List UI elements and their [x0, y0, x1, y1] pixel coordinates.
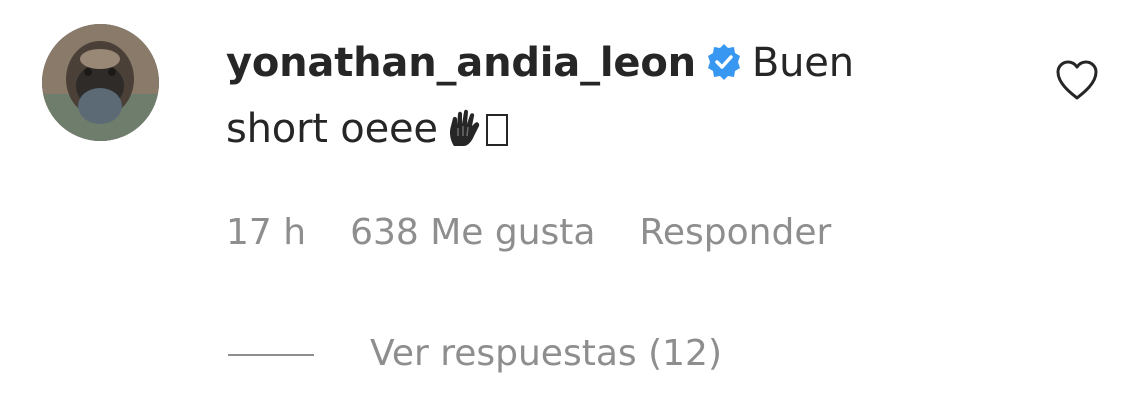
avatar-photo — [42, 24, 159, 141]
comment-text: yonathan_andia_leon Buen short oeee — [226, 30, 986, 168]
comment-text-part2: short oeee — [226, 106, 438, 152]
verified-badge-icon — [704, 36, 744, 80]
missing-glyph-box — [485, 114, 508, 146]
comment-body: yonathan_andia_leon Buen short oeee — [226, 30, 986, 168]
username-link[interactable]: yonathan_andia_leon — [226, 40, 696, 86]
like-heart-icon[interactable] — [1054, 58, 1100, 102]
comment-time: 17 h — [226, 212, 307, 253]
raised-hand-emoji-icon — [446, 102, 484, 168]
comment-text-part1: Buen — [751, 40, 854, 86]
replies-divider-line — [228, 354, 314, 356]
reply-button[interactable]: Responder — [640, 212, 832, 253]
view-replies-label: Ver respuestas (12) — [370, 333, 722, 374]
comment: yonathan_andia_leon Buen short oeee 17 h… — [0, 0, 1140, 413]
comment-meta: 17 h 638 Me gusta Responder — [226, 212, 831, 253]
avatar[interactable] — [42, 24, 159, 141]
likes-count-button[interactable]: 638 Me gusta — [350, 212, 595, 253]
view-replies-button[interactable]: Ver respuestas (12) — [228, 333, 722, 374]
